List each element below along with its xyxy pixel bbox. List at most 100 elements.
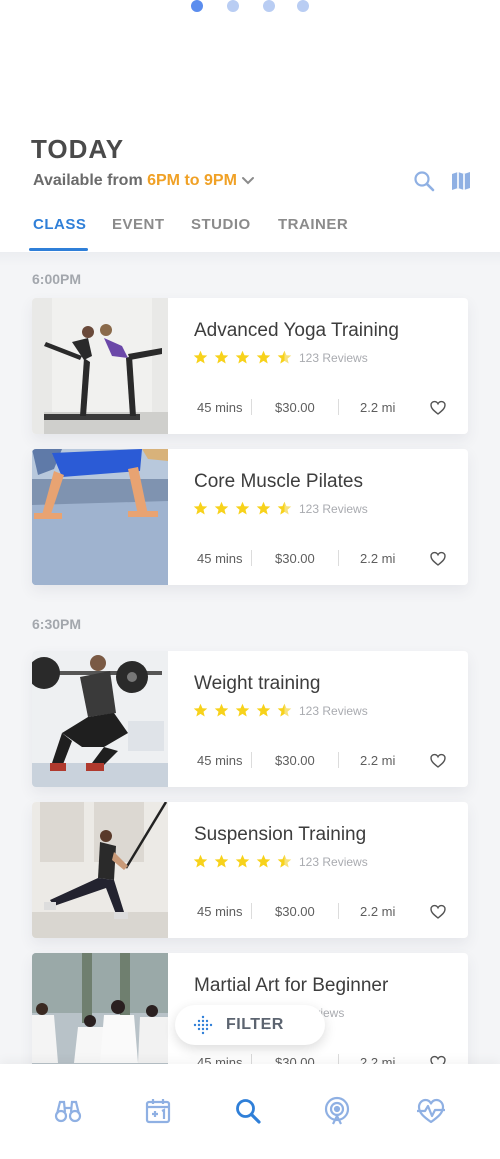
class-image-martial-art [32,953,168,1064]
half-star-icon [277,855,292,868]
rating: 123 Reviews [193,702,368,720]
tab-class[interactable]: CLASS [33,216,86,233]
tab-event[interactable]: EVENT [112,216,165,233]
heart-icon[interactable] [430,753,446,769]
heart-icon[interactable] [430,1055,446,1064]
divider [338,752,339,768]
divider [338,550,339,566]
star-icon [235,704,250,717]
availability-range: 6PM to 9PM [147,172,237,189]
half-star-icon [277,502,292,515]
star-icon [235,351,250,364]
time-slot-label: 6:30PM [32,616,82,632]
tab-trainer[interactable]: TRAINER [278,216,348,233]
calendar-plus-icon [145,1099,171,1124]
heart-icon[interactable] [430,400,446,416]
class-card[interactable]: Advanced Yoga Training 123 Reviews 45 mi… [32,298,468,434]
star-icon [256,704,271,717]
class-price: $30.00 [275,753,315,768]
class-title: Advanced Yoga Training [194,320,399,341]
binoculars-icon [54,1100,82,1123]
class-title: Suspension Training [194,824,367,845]
nav-search[interactable] [233,1096,263,1126]
tab-studio[interactable]: STUDIO [191,216,251,233]
class-distance: 2.2 mi [360,1055,396,1064]
active-tab-indicator [29,248,88,251]
class-price: $30.00 [275,551,315,566]
filter-button[interactable]: FILTER [175,1005,325,1045]
page-dot-1[interactable] [191,0,203,12]
class-card[interactable]: Suspension Training 123 Reviews 45 mins … [32,802,468,938]
availability-selector[interactable]: Available from 6PM to 9PM [33,172,255,190]
page-dot-2[interactable] [227,0,239,12]
divider [251,550,252,566]
class-image-pilates [32,449,168,585]
rating: 123 Reviews [193,500,368,518]
heart-icon[interactable] [430,551,446,567]
class-price: $30.00 [275,1055,315,1064]
class-title: Martial Art for Beginner [194,975,389,996]
map-icon[interactable] [450,170,472,192]
nav-explore[interactable] [53,1096,83,1126]
class-title: Core Muscle Pilates [194,471,363,492]
star-icon [256,351,271,364]
category-tabs: CLASS EVENT STUDIO TRAINER [0,212,500,252]
review-count: 123 Reviews [299,501,368,516]
chevron-down-icon [241,176,254,185]
class-image-weights [32,651,168,787]
filter-icon [193,1015,213,1035]
broadcast-icon [324,1096,350,1125]
star-icon [193,502,208,515]
class-duration: 45 mins [197,551,243,566]
star-icon [214,704,229,717]
divider [251,752,252,768]
nav-live[interactable] [322,1096,352,1126]
class-distance: 2.2 mi [360,753,396,768]
star-icon [256,855,271,868]
nav-schedule[interactable] [143,1096,173,1126]
class-duration: 45 mins [197,753,243,768]
class-image-yoga [32,298,168,434]
time-slot-label: 6:00PM [32,271,82,287]
half-star-icon [277,704,292,717]
star-icon [256,502,271,515]
availability-prefix: Available from [33,172,148,189]
star-icon [214,855,229,868]
divider [338,903,339,919]
search-icon[interactable] [413,170,435,192]
rating: 123 Reviews [193,853,368,871]
divider [251,1054,252,1064]
class-title: Weight training [194,673,321,694]
class-image-suspension [32,802,168,938]
nav-health[interactable] [416,1096,446,1126]
half-star-icon [277,351,292,364]
review-count: 123 Reviews [299,854,368,869]
star-icon [193,704,208,717]
review-count: 123 Reviews [299,350,368,365]
heart-pulse-icon [417,1098,445,1124]
class-price: $30.00 [275,904,315,919]
rating: 123 Reviews [193,349,368,367]
class-distance: 2.2 mi [360,904,396,919]
class-duration: 45 mins [197,904,243,919]
page-dot-4[interactable] [297,0,309,12]
divider [338,399,339,415]
star-icon [193,855,208,868]
class-list[interactable]: 6:00PM Advanced Yoga Training 123 Review… [0,252,500,1064]
class-card[interactable]: Weight training 123 Reviews 45 mins $30.… [32,651,468,787]
class-price: $30.00 [275,400,315,415]
page-indicator [0,0,500,14]
divider [251,903,252,919]
divider [338,1054,339,1064]
page-title: TODAY [31,134,125,164]
star-icon [193,351,208,364]
star-icon [214,351,229,364]
class-card[interactable]: Core Muscle Pilates 123 Reviews 45 mins … [32,449,468,585]
search-icon [236,1099,261,1124]
bottom-navigation [0,1064,500,1159]
heart-icon[interactable] [430,904,446,920]
divider [251,399,252,415]
star-icon [214,502,229,515]
page-dot-3[interactable] [263,0,275,12]
star-icon [235,502,250,515]
